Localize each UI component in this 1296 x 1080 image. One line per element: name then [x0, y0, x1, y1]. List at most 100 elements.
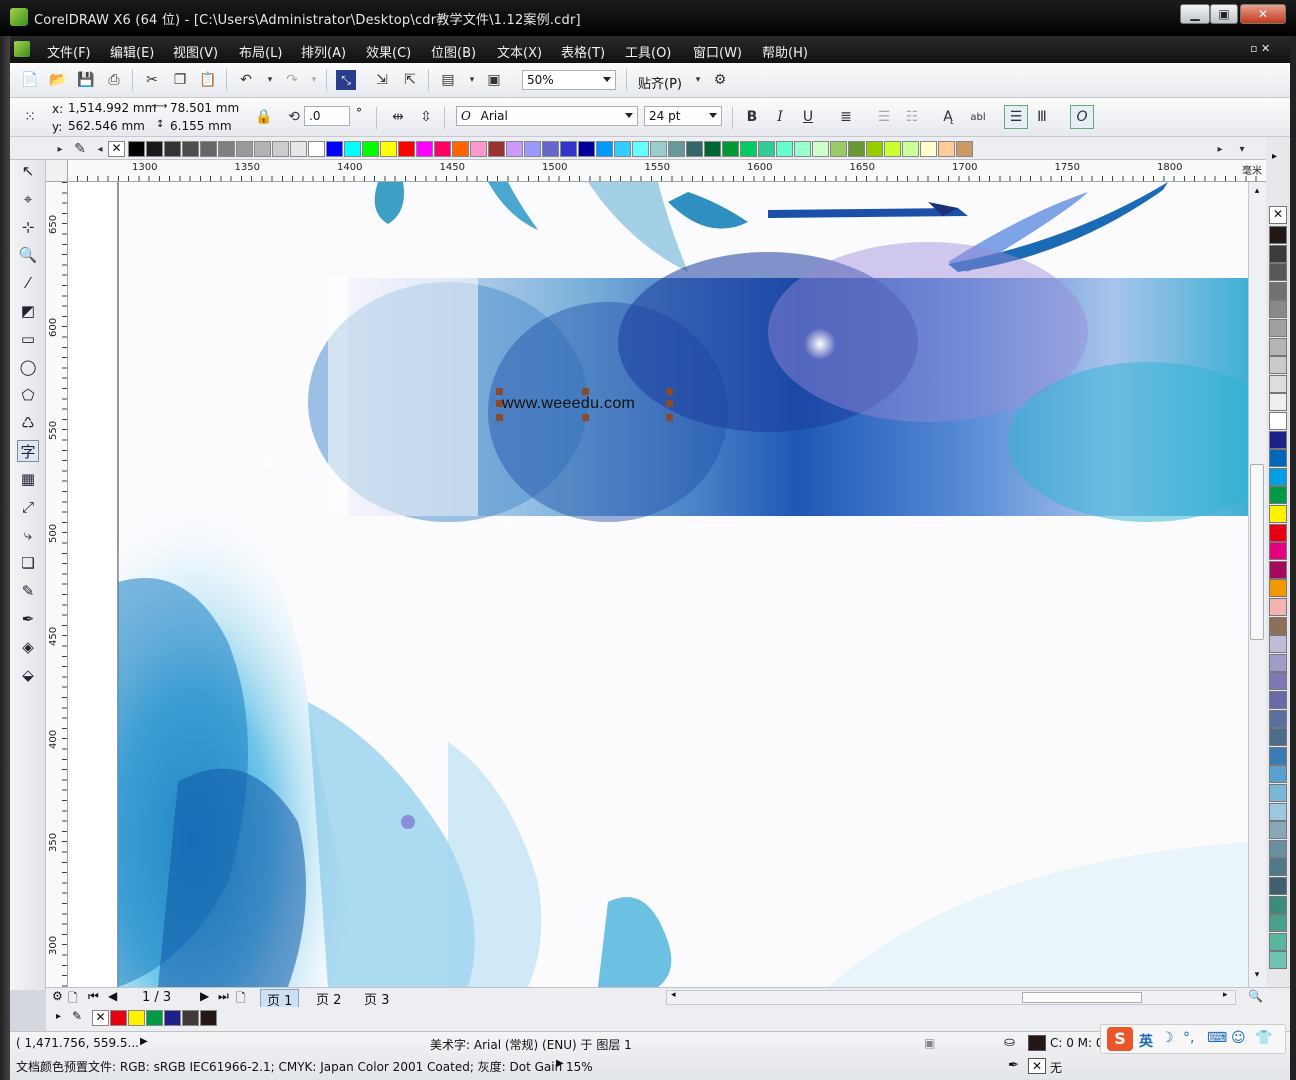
color-swatch[interactable]	[1269, 467, 1287, 486]
open-icon[interactable]: 📂	[48, 70, 68, 90]
print-icon[interactable]: ⎙	[104, 70, 124, 90]
vertical-scrollbar[interactable]: ▴ ▾	[1248, 182, 1266, 987]
smart-fill-tool-icon[interactable]: ◩	[17, 300, 39, 322]
underline-button[interactable]: U	[798, 107, 818, 127]
horizontal-ruler[interactable]: 1300 1350 1400 1450 1500 1550 1600 1650 1700 1750…	[46, 160, 1266, 182]
x-position-field[interactable]: 1,514.992 mm	[66, 100, 156, 117]
table-tool-icon[interactable]: ▦	[17, 468, 39, 490]
ruler-origin[interactable]	[46, 160, 68, 182]
selection-handle[interactable]	[496, 388, 503, 395]
color-swatch[interactable]	[1269, 244, 1287, 263]
page-tab-2[interactable]: 页 2	[310, 989, 347, 1008]
reference-point-icon[interactable]: ⁙	[20, 107, 40, 127]
color-swatch[interactable]	[1269, 356, 1287, 375]
page-options-icon[interactable]: ⚙	[52, 989, 63, 1003]
font-size-select[interactable]: 24 pt	[644, 106, 722, 126]
menu-layout[interactable]: 布局(L)	[239, 42, 282, 61]
color-swatch[interactable]	[668, 141, 685, 157]
color-swatch[interactable]	[794, 141, 811, 157]
color-swatch[interactable]	[326, 141, 343, 157]
menu-help[interactable]: 帮助(H)	[762, 42, 808, 61]
color-swatch[interactable]	[416, 141, 433, 157]
basic-shapes-tool-icon[interactable]: ♺	[17, 412, 39, 434]
redo-icon[interactable]: ↷	[282, 70, 302, 90]
color-swatch[interactable]	[506, 141, 523, 157]
cut-icon[interactable]: ✂	[142, 70, 162, 90]
redo-dropdown-icon[interactable]: ▾	[304, 70, 324, 90]
color-swatch[interactable]	[1269, 523, 1287, 542]
color-swatch[interactable]	[1269, 226, 1287, 244]
menu-window[interactable]: 窗口(W)	[693, 42, 742, 61]
zoom-navigator-icon[interactable]: 🔍	[1248, 989, 1263, 1003]
drop-shadow-tool-icon[interactable]: ❏	[17, 552, 39, 574]
application-launcher-icon[interactable]: ▤	[438, 70, 458, 90]
color-swatch[interactable]	[1269, 374, 1287, 393]
color-swatch[interactable]	[1269, 932, 1287, 951]
import-icon[interactable]: ⇲	[372, 70, 392, 90]
color-swatch[interactable]	[362, 141, 379, 157]
color-swatch[interactable]	[542, 141, 559, 157]
color-swatch[interactable]	[1269, 709, 1287, 728]
color-swatch[interactable]	[182, 1010, 199, 1026]
snap-dropdown-icon[interactable]: ▾	[688, 70, 708, 90]
color-swatch[interactable]	[938, 141, 955, 157]
height-field[interactable]: 6.155 mm	[168, 118, 248, 135]
color-swatch[interactable]	[1269, 281, 1287, 300]
color-swatch[interactable]	[344, 141, 361, 157]
color-swatch[interactable]	[488, 141, 505, 157]
color-swatch[interactable]	[632, 141, 649, 157]
color-swatch[interactable]	[596, 141, 613, 157]
menu-effects[interactable]: 效果(C)	[366, 42, 411, 61]
color-swatch[interactable]	[1269, 412, 1287, 430]
document-icon[interactable]	[14, 41, 30, 57]
color-swatch[interactable]	[1269, 263, 1287, 282]
snap-indicator-icon[interactable]: ▣	[924, 1036, 935, 1050]
character-formatting-icon[interactable]: Ą	[938, 107, 958, 127]
selection-handle[interactable]	[666, 400, 673, 407]
first-page-icon[interactable]: ⏮	[88, 989, 99, 1004]
color-swatch[interactable]	[866, 141, 883, 157]
selection-handle[interactable]	[582, 414, 589, 421]
color-swatch[interactable]	[308, 141, 325, 157]
color-swatch[interactable]	[128, 141, 145, 157]
interactive-fill-tool-icon[interactable]: ⬙	[17, 664, 39, 686]
drop-cap-icon[interactable]: ☷	[902, 107, 922, 127]
edit-text-icon[interactable]: abl	[968, 107, 988, 127]
bold-button[interactable]: B	[742, 107, 762, 127]
drawing-canvas[interactable]: www.weeedu.com	[68, 182, 1248, 987]
pick-tool-icon[interactable]: ↖	[17, 160, 39, 182]
color-swatch[interactable]	[1269, 430, 1287, 449]
palette-scroll-left-icon[interactable]: ◂	[90, 139, 110, 159]
lock-ratio-icon[interactable]: 🔒	[254, 107, 274, 127]
color-swatch[interactable]	[1269, 319, 1287, 337]
rectangle-tool-icon[interactable]: ▭	[17, 328, 39, 350]
color-swatch[interactable]	[182, 141, 199, 157]
selection-handle[interactable]	[666, 414, 673, 421]
search-content-icon[interactable]: ⤡	[336, 70, 356, 90]
no-color-swatch[interactable]: ✕	[108, 141, 125, 157]
mirror-horizontal-icon[interactable]: ⇹	[388, 107, 408, 127]
color-swatch[interactable]	[200, 141, 217, 157]
color-swatch[interactable]	[272, 141, 289, 157]
color-swatch[interactable]	[884, 141, 901, 157]
connector-tool-icon[interactable]: ⤷	[17, 524, 39, 546]
paste-icon[interactable]: 📋	[198, 70, 218, 90]
launcher-dropdown-icon[interactable]: ▾	[462, 70, 482, 90]
color-swatch[interactable]	[920, 141, 937, 157]
save-icon[interactable]: 💾	[76, 70, 96, 90]
vertical-text-icon[interactable]: Ⅲ	[1032, 107, 1052, 127]
color-swatch[interactable]	[524, 141, 541, 157]
menu-bitmaps[interactable]: 位图(B)	[431, 42, 476, 61]
color-swatch[interactable]	[254, 141, 271, 157]
horizontal-scrollbar[interactable]: ◂ ▸	[666, 990, 1236, 1005]
selection-handle[interactable]	[582, 388, 589, 395]
color-swatch[interactable]	[200, 1010, 217, 1026]
color-swatch[interactable]	[1269, 784, 1287, 802]
outline-pen-tool-icon[interactable]: ✒	[17, 608, 39, 630]
palette-expand-icon[interactable]: ▾	[1232, 139, 1252, 159]
coords-expand-icon[interactable]: ▶	[140, 1036, 148, 1047]
new-document-icon[interactable]: 📄	[20, 70, 40, 90]
shape-tool-icon[interactable]: ⌖	[17, 188, 39, 210]
ellipse-tool-icon[interactable]: ◯	[17, 356, 39, 378]
color-swatch[interactable]	[470, 141, 487, 157]
